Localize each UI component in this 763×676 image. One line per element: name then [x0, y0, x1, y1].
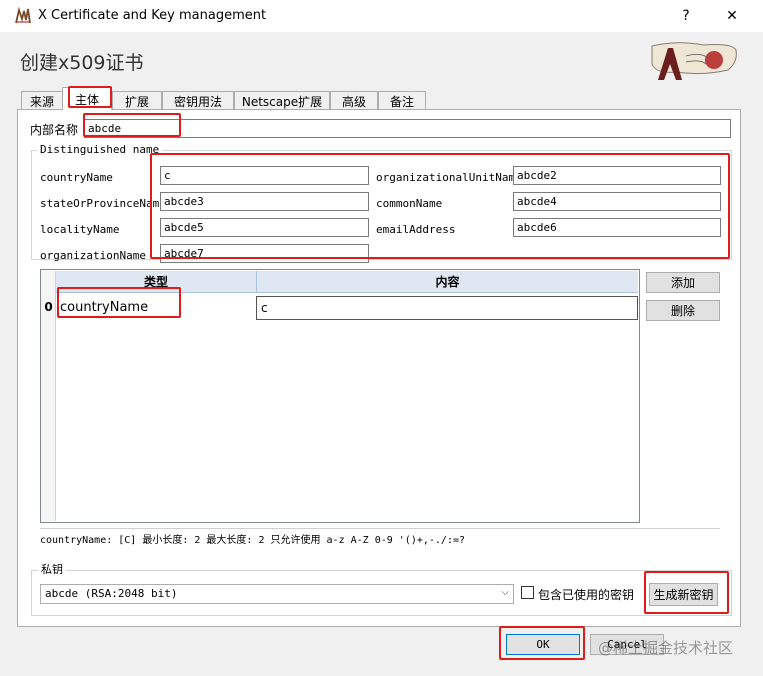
close-button[interactable]: ✕: [709, 0, 755, 32]
table-cell-type[interactable]: countryName: [56, 297, 256, 317]
add-button[interactable]: 添加: [646, 272, 720, 293]
app-logo-icon: [15, 7, 31, 24]
country-name-label: countryName: [40, 171, 113, 184]
include-used-keys-label: 包含已使用的密钥: [538, 588, 635, 602]
delete-button[interactable]: 删除: [646, 300, 720, 321]
email-label: emailAddress: [376, 223, 456, 236]
help-button[interactable]: ?: [663, 0, 709, 32]
generate-key-button[interactable]: 生成新密钥: [649, 583, 718, 606]
table-cell-content-input[interactable]: c: [256, 296, 638, 320]
organization-input[interactable]: abcde7: [160, 244, 369, 263]
title-bar: X Certificate and Key management ? ✕: [0, 0, 763, 32]
window-title: X Certificate and Key management: [38, 8, 267, 23]
internal-name-label: 内部名称: [30, 123, 79, 137]
common-name-label: commonName: [376, 197, 443, 210]
org-unit-input[interactable]: abcde2: [513, 166, 721, 185]
locality-label: localityName: [40, 223, 120, 236]
tab-source[interactable]: 来源: [21, 91, 63, 110]
watermark: @稀土掘金技术社区: [598, 639, 734, 657]
state-label: stateOrProvinceName: [40, 197, 166, 210]
ok-button[interactable]: OK: [506, 634, 580, 655]
state-input[interactable]: abcde3: [160, 192, 369, 211]
common-name-input[interactable]: abcde4: [513, 192, 721, 211]
internal-name-input[interactable]: abcde: [84, 119, 731, 138]
column-header-type[interactable]: 类型: [56, 271, 256, 293]
private-key-select-value: abcde (RSA:2048 bit): [45, 587, 178, 600]
tab-advanced[interactable]: 高级: [330, 91, 378, 110]
include-used-keys-checkbox[interactable]: [521, 586, 534, 599]
constraint-hint: countryName: [C] 最小长度: 2 最大长度: 2 只允许使用 a…: [40, 528, 720, 545]
tab-subject[interactable]: 主体: [62, 87, 112, 110]
tab-extensions[interactable]: 扩展: [112, 91, 162, 110]
organization-label: organizationName: [40, 249, 146, 262]
tab-netscape[interactable]: Netscape扩展: [234, 91, 330, 110]
email-input[interactable]: abcde6: [513, 218, 721, 237]
private-key-legend: 私钥: [38, 561, 66, 577]
private-key-select[interactable]: abcde (RSA:2048 bit) ⌵: [40, 584, 514, 604]
tab-comment[interactable]: 备注: [378, 91, 426, 110]
tab-key-usage[interactable]: 密钥用法: [162, 91, 234, 110]
chevron-down-icon: ⌵: [501, 587, 509, 598]
locality-input[interactable]: abcde5: [160, 218, 369, 237]
column-header-content[interactable]: 内容: [256, 271, 638, 293]
table-row-index: 0: [44, 300, 53, 314]
distinguished-name-legend: Distinguished name: [37, 143, 163, 156]
page-title: 创建x509证书: [20, 52, 144, 74]
org-unit-label: organizationalUnitName: [376, 171, 522, 184]
country-name-input[interactable]: c: [160, 166, 369, 185]
xca-logo-icon: [651, 42, 737, 80]
